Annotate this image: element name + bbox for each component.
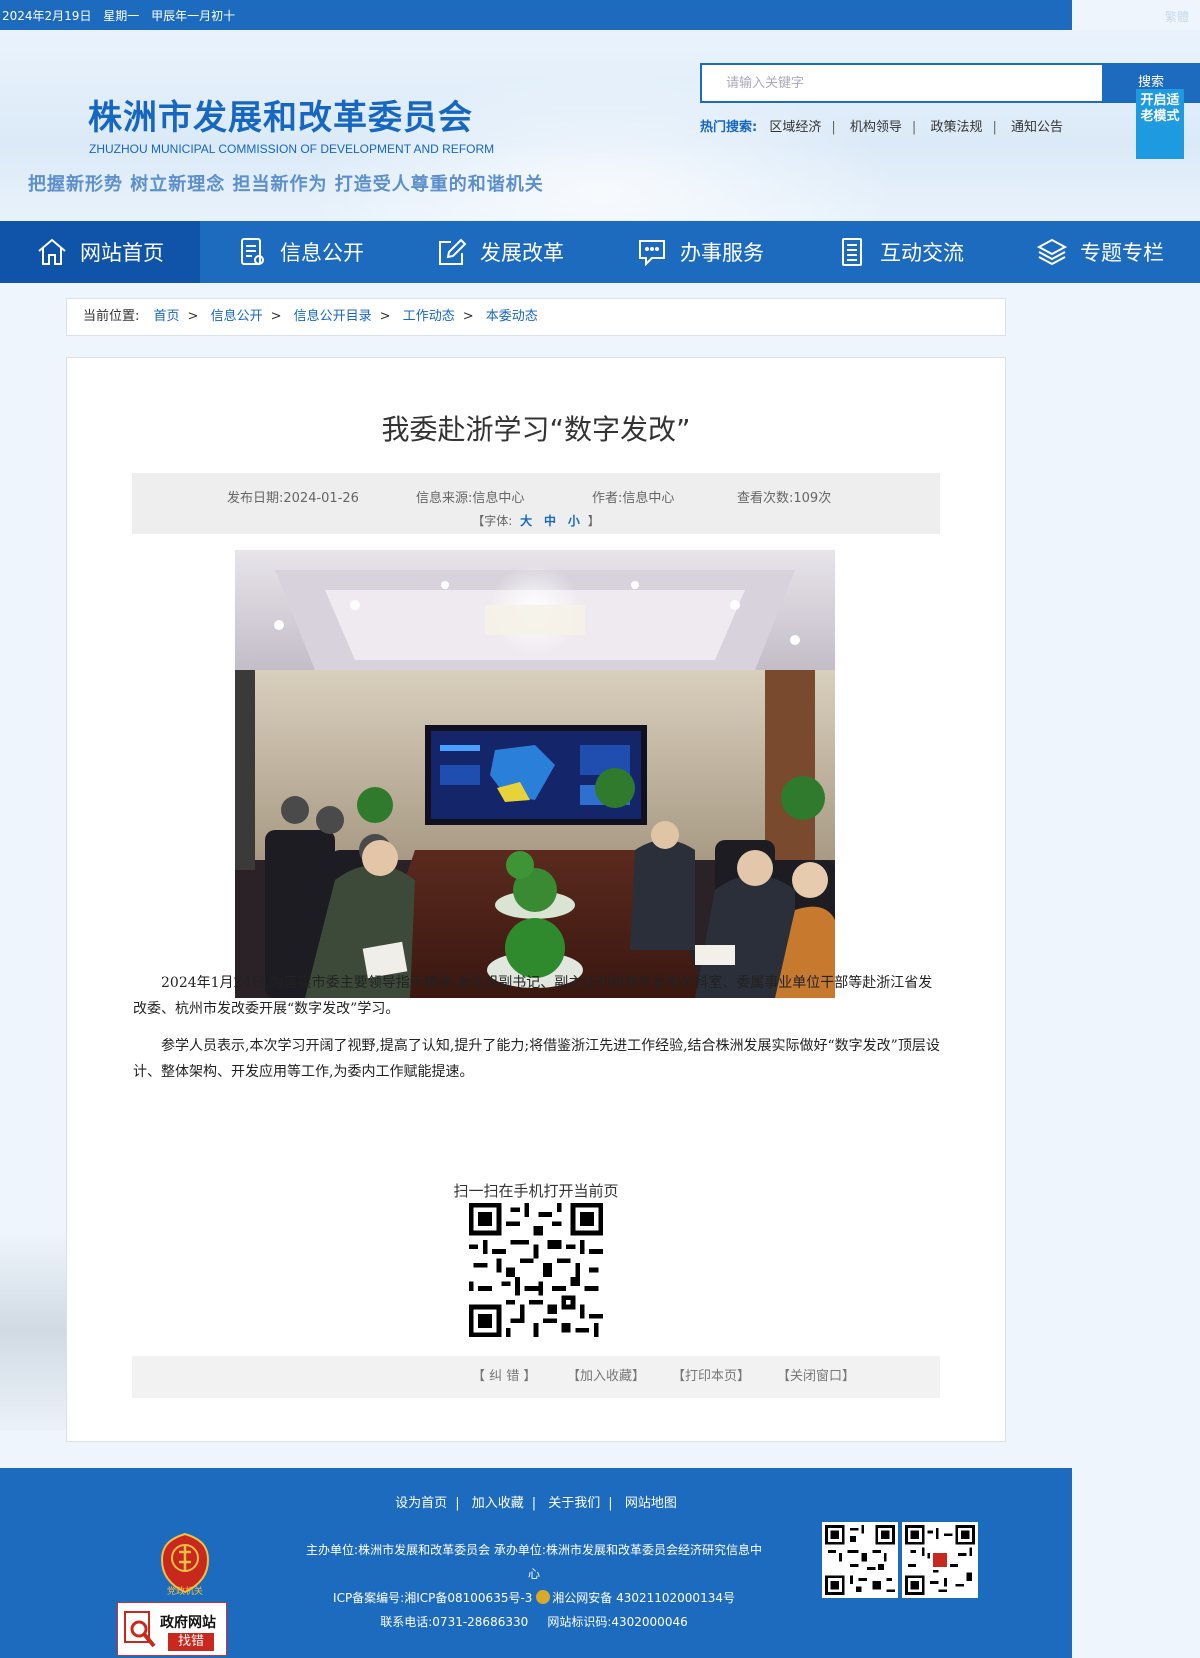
nav-item-info-disclosure[interactable]: 信息公开 xyxy=(200,221,400,283)
font-size-label-end: 】 xyxy=(587,514,600,528)
print-page-button[interactable]: 【打印本页】 xyxy=(672,1356,750,1398)
view-count: 查看次数:109次 xyxy=(737,491,832,506)
icp-number[interactable]: ICP备案编号:湘ICP备08100635号-3 xyxy=(333,1591,532,1605)
about-us-link[interactable]: 关于我们 xyxy=(548,1496,600,1511)
sitemap-link[interactable]: 网站地图 xyxy=(625,1496,677,1511)
breadcrumb-link[interactable]: 首页 xyxy=(154,309,180,324)
nav-item-reform[interactable]: 发展改革 xyxy=(400,221,600,283)
info-source: 信息来源:信息中心 xyxy=(416,491,525,506)
nav-item-home[interactable]: 网站首页 xyxy=(0,221,200,283)
hot-search-item[interactable]: 机构领导 xyxy=(850,120,902,135)
nav-item-label: 办事服务 xyxy=(680,241,764,265)
gov-site-error-report-button[interactable]: 政府网站 找错 xyxy=(117,1602,227,1656)
add-favorite-button[interactable]: 【加入收藏】 xyxy=(567,1356,645,1398)
contact-phone: 联系电话:0731-28686330 xyxy=(380,1615,529,1629)
nav-item-label: 专题专栏 xyxy=(1080,241,1164,265)
report-error-button[interactable]: 【 纠 错 】 xyxy=(472,1356,536,1398)
font-large-button[interactable]: 大 xyxy=(520,514,532,528)
edit-icon xyxy=(439,238,467,265)
meeting-photo xyxy=(235,550,835,998)
font-size-label: 【字体: xyxy=(472,514,513,528)
weekday-text: 星期一 xyxy=(103,9,140,23)
date-text: 2024年2月19日 xyxy=(2,9,92,23)
article-title: 我委赴浙学习“数字发改” xyxy=(381,413,691,446)
site-subtitle: ZHUZHOU MUNICIPAL COMMISSION OF DEVELOPM… xyxy=(89,142,495,156)
font-medium-button[interactable]: 中 xyxy=(544,514,556,528)
find-error-label: 找错 xyxy=(168,1633,215,1651)
chat-icon xyxy=(639,240,665,267)
meeting-room-illustration xyxy=(235,550,835,998)
breadcrumb-link[interactable]: 信息公开 xyxy=(211,309,263,324)
nav-item-interaction[interactable]: 互动交流 xyxy=(800,221,1000,283)
nav-item-label: 发展改革 xyxy=(480,241,564,265)
breadcrumb-link[interactable]: 信息公开目录 xyxy=(294,309,372,324)
hot-search-item[interactable]: 通知公告 xyxy=(1011,120,1063,135)
search-input[interactable] xyxy=(702,65,1102,101)
side-mountain-decoration xyxy=(0,1230,66,1430)
article-meta: 发布日期:2024-01-26 信息来源:信息中心 作者:信息中心 查看次数:1… xyxy=(132,473,940,534)
contact-line: 联系电话:0731-28686330 网站标识码:4302000046 xyxy=(304,1610,764,1634)
site-title[interactable]: 株洲市发展和改革委员会 xyxy=(88,90,473,139)
nav-item-label: 网站首页 xyxy=(80,241,164,265)
page-qr-code xyxy=(469,1203,603,1337)
add-favorite-link[interactable]: 加入收藏 xyxy=(472,1496,524,1511)
party-badge-label: 党政机关 xyxy=(166,1587,203,1597)
font-small-button[interactable]: 小 xyxy=(568,514,580,528)
nav-item-special-topics[interactable]: 专题专栏 xyxy=(1000,221,1200,283)
organizer-text: 主办单位:株洲市发展和改革委员会 承办单位:株洲市发展和改革委员会经济研究信息中… xyxy=(306,1543,762,1581)
list-icon xyxy=(842,238,862,266)
hot-search: 热门搜索: 区域经济 | 机构领导 | 政策法规 | 通知公告 xyxy=(700,120,1063,135)
lunar-date-text: 甲辰年一月初十 xyxy=(151,9,236,23)
article-author: 作者:信息中心 xyxy=(592,491,675,506)
breadcrumb-link[interactable]: 工作动态 xyxy=(403,309,455,324)
elder-mode-button[interactable]: 开启适老模式 xyxy=(1136,89,1184,159)
home-icon xyxy=(38,238,66,265)
site-slogan: 把握新形势 树立新理念 担当新作为 打造受人尊重的和谐机关 xyxy=(28,174,544,195)
magnifier-icon xyxy=(124,1611,156,1648)
hot-search-item[interactable]: 政策法规 xyxy=(930,120,982,135)
registration-line: ICP备案编号:湘ICP备08100635号-3 湘公网安备 430211020… xyxy=(304,1586,764,1610)
breadcrumb: 当前位置: 首页 > 信息公开 > 信息公开目录 > 工作动态 > 本委动态 xyxy=(66,298,1006,336)
police-record-number[interactable]: 湘公网安备 43021102000134号 xyxy=(552,1591,735,1605)
layers-icon xyxy=(1036,238,1068,266)
footer-qr-code-2 xyxy=(902,1522,978,1598)
article-paragraph-1: 2024年1月24日,为落实市委主要领导指示精神,委党组副书记、副主任刘和球率委… xyxy=(133,975,933,1017)
breadcrumb-label: 当前位置: xyxy=(83,309,140,324)
publish-date: 发布日期:2024-01-26 xyxy=(227,491,359,506)
main-nav: 网站首页 信息公开 发展改革 办事服务 互动交流 专题专栏 xyxy=(0,221,1200,283)
top-date-bar: 2024年2月19日 星期一 甲辰年一月初十 xyxy=(0,0,1072,30)
nav-item-label: 信息公开 xyxy=(280,241,364,265)
breadcrumb-link[interactable]: 本委动态 xyxy=(486,309,538,324)
footer-info: 主办单位:株洲市发展和改革委员会 承办单位:株洲市发展和改革委员会经济研究信息中… xyxy=(304,1538,764,1634)
footer-qr-code-1 xyxy=(822,1522,898,1598)
document-icon xyxy=(241,238,264,265)
gov-site-label: 政府网站 xyxy=(160,1615,216,1631)
article-panel: 我委赴浙学习“数字发改” 发布日期:2024-01-26 信息来源:信息中心 作… xyxy=(66,357,1006,1442)
qr-code-label: 扫一扫在手机打开当前页 xyxy=(453,1182,619,1200)
site-footer: 设为首页 | 加入收藏 | 关于我们 | 网站地图 党政机关 政府网站 找错 主办单位… xyxy=(0,1468,1072,1658)
font-size-selector: 【字体: 大 中 小 】 xyxy=(132,512,940,529)
hot-search-label: 热门搜索: xyxy=(700,120,758,135)
article-paragraph-2: 参学人员表示,本次学习开阔了视野,提高了认知,提升了能力;将借鉴浙江先进工作经验… xyxy=(133,1038,940,1080)
traditional-chinese-link[interactable]: 繁體 xyxy=(1165,8,1189,25)
nav-item-label: 互动交流 xyxy=(880,241,964,265)
set-homepage-link[interactable]: 设为首页 xyxy=(395,1496,447,1511)
police-badge-icon xyxy=(536,1590,551,1604)
article-tools: 【 纠 错 】 【加入收藏】 【打印本页】 【关闭窗口】 xyxy=(132,1356,940,1398)
search-box xyxy=(700,63,1104,103)
footer-links: 设为首页 | 加入收藏 | 关于我们 | 网站地图 xyxy=(395,1496,677,1511)
nav-item-services[interactable]: 办事服务 xyxy=(600,221,800,283)
close-window-button[interactable]: 【关闭窗口】 xyxy=(777,1356,855,1398)
hot-search-item[interactable]: 区域经济 xyxy=(769,120,821,135)
site-identification-code: 网站标识码:4302000046 xyxy=(547,1615,688,1629)
